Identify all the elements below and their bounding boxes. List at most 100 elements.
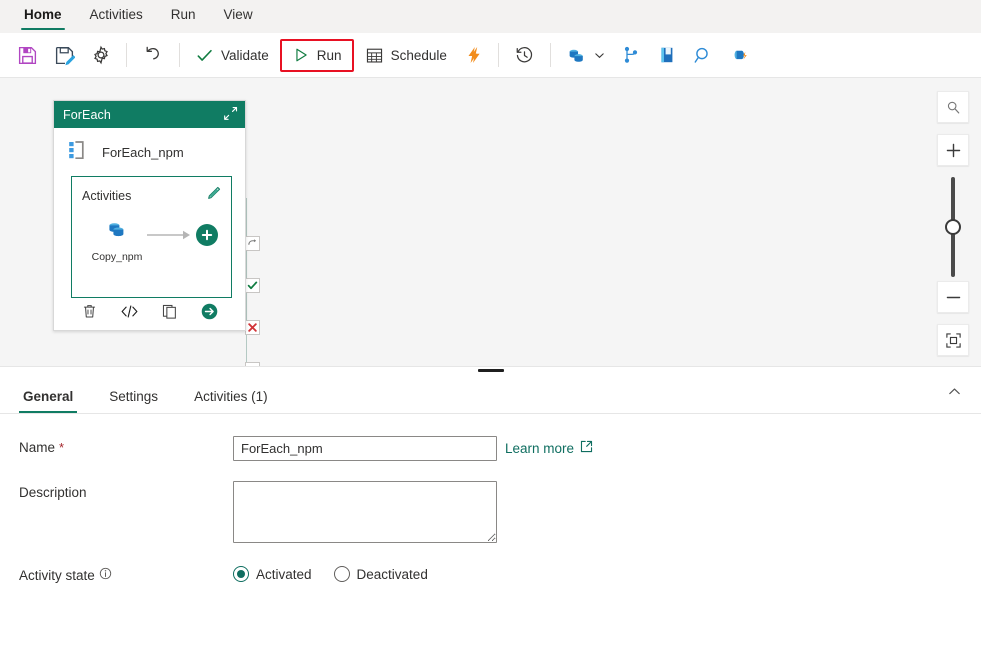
notebook-icon	[657, 45, 677, 65]
expand-collapse-icon[interactable]	[223, 106, 238, 124]
data-dropdown-button[interactable]	[558, 38, 613, 72]
copy-icon[interactable]	[161, 303, 178, 325]
app-root: Home Activities Run View	[0, 0, 981, 666]
zoom-out-icon[interactable]	[937, 281, 969, 313]
splitter-grip[interactable]	[478, 369, 504, 372]
clock-history-icon	[514, 45, 535, 66]
save-icon	[17, 45, 38, 66]
fit-to-screen-icon[interactable]	[937, 324, 969, 356]
run-label: Run	[317, 48, 342, 63]
tab-settings[interactable]: Settings	[105, 389, 162, 413]
copy-data-icon	[104, 231, 130, 248]
canvas-zoom-controls	[937, 91, 969, 366]
edit-pencil-icon[interactable]	[206, 186, 221, 206]
zoom-search-icon[interactable]	[937, 91, 969, 123]
git-branch-button[interactable]	[613, 38, 649, 72]
description-label-wrap: Description	[19, 481, 233, 500]
zoom-in-icon[interactable]	[937, 134, 969, 166]
calendar-icon	[365, 46, 384, 65]
ribbon-tab-home-label: Home	[24, 7, 62, 22]
toolbar-separator-1	[126, 43, 127, 67]
validate-button[interactable]: Validate	[187, 38, 277, 72]
node-header: ForEach	[54, 101, 245, 128]
learn-more-link[interactable]: Learn more	[505, 436, 593, 456]
database-icon	[566, 45, 587, 66]
description-label: Description	[19, 485, 87, 500]
activities-label: Activities	[82, 189, 131, 203]
notebook-button[interactable]	[649, 38, 685, 72]
name-row: Name * Learn more	[19, 436, 981, 461]
ribbon-tab-view[interactable]: View	[210, 0, 267, 33]
ribbon-tab-bar: Home Activities Run View	[0, 0, 981, 33]
run-history-button[interactable]	[506, 38, 543, 72]
tab-settings-label: Settings	[109, 389, 158, 404]
command-bar: Validate Run Schedule	[0, 33, 981, 78]
radio-activated[interactable]: Activated	[233, 566, 312, 582]
code-icon[interactable]	[120, 303, 139, 325]
properties-tab-bar: General Settings Activities (1)	[0, 376, 981, 414]
toolbar-separator-2	[179, 43, 180, 67]
search-button[interactable]	[685, 38, 722, 72]
external-link-icon	[580, 440, 593, 456]
connector-skipped[interactable]	[245, 236, 260, 251]
toolbar-separator-3	[498, 43, 499, 67]
ribbon-tab-activities-label: Activities	[90, 7, 143, 22]
copy-activity-chip[interactable]: Copy_npm	[88, 220, 146, 263]
flow-arrow-icon	[146, 229, 194, 241]
tab-activities[interactable]: Activities (1)	[190, 389, 272, 413]
radio-deactivated-label: Deactivated	[357, 567, 428, 582]
settings-button[interactable]	[83, 38, 119, 72]
copy-activity-label: Copy_npm	[88, 251, 146, 263]
activity-state-row: Activity state Activated Deactivated	[19, 563, 981, 583]
connector-failure[interactable]	[245, 320, 260, 335]
name-required-marker: *	[59, 440, 64, 455]
ribbon-tab-view-label: View	[224, 7, 253, 22]
foreach-icon	[67, 139, 89, 166]
zoom-slider[interactable]	[937, 177, 969, 277]
zoom-slider-thumb[interactable]	[945, 219, 961, 235]
run-button[interactable]: Run	[280, 39, 354, 72]
add-activity-button[interactable]	[196, 224, 218, 246]
pipeline-canvas[interactable]: ForEach ForEach_npm Activities	[0, 78, 981, 366]
general-form: Name * Learn more Description	[0, 414, 981, 583]
validate-label: Validate	[221, 48, 269, 63]
foreach-activity-node[interactable]: ForEach ForEach_npm Activities	[53, 100, 246, 331]
radio-activated-label: Activated	[256, 567, 312, 582]
save-as-button[interactable]	[46, 38, 83, 72]
ribbon-tab-activities[interactable]: Activities	[76, 0, 157, 33]
description-input[interactable]	[233, 481, 497, 543]
radio-deactivated[interactable]: Deactivated	[334, 566, 428, 582]
node-body: ForEach_npm Activities	[54, 128, 245, 330]
inner-activity-flow: Copy_npm	[82, 220, 221, 263]
activities-header: Activities	[82, 186, 221, 206]
trigger-now-button[interactable]	[455, 38, 491, 72]
save-button[interactable]	[9, 38, 46, 72]
node-header-title: ForEach	[63, 108, 111, 122]
connector-success[interactable]	[245, 278, 260, 293]
undo-button[interactable]	[134, 38, 172, 72]
toolbar-separator-4	[550, 43, 551, 67]
panel-splitter[interactable]	[0, 366, 981, 376]
node-identity-row: ForEach_npm	[63, 136, 236, 176]
tab-activities-label: Activities (1)	[194, 389, 268, 404]
activity-state-label: Activity state	[19, 568, 95, 583]
name-label: Name	[19, 440, 55, 455]
trash-icon[interactable]	[81, 303, 98, 325]
ribbon-tab-home[interactable]: Home	[10, 0, 76, 33]
panel-collapse-button[interactable]	[941, 381, 967, 407]
activities-container[interactable]: Activities Copy_npm	[71, 176, 232, 298]
name-label-wrap: Name *	[19, 436, 233, 455]
tab-general[interactable]: General	[19, 389, 77, 413]
gear-icon	[91, 45, 111, 65]
name-input[interactable]	[233, 436, 497, 461]
properties-panel: General Settings Activities (1) Name * L…	[0, 376, 981, 666]
run-circle-icon[interactable]	[200, 302, 219, 326]
save-as-icon	[54, 45, 75, 66]
tab-general-label: General	[23, 389, 73, 404]
schedule-button[interactable]: Schedule	[357, 38, 455, 72]
info-icon[interactable]	[99, 567, 112, 583]
ribbon-tab-run[interactable]: Run	[157, 0, 210, 33]
debug-button[interactable]	[722, 38, 759, 72]
schedule-label: Schedule	[391, 48, 447, 63]
checkmark-icon	[195, 46, 214, 65]
